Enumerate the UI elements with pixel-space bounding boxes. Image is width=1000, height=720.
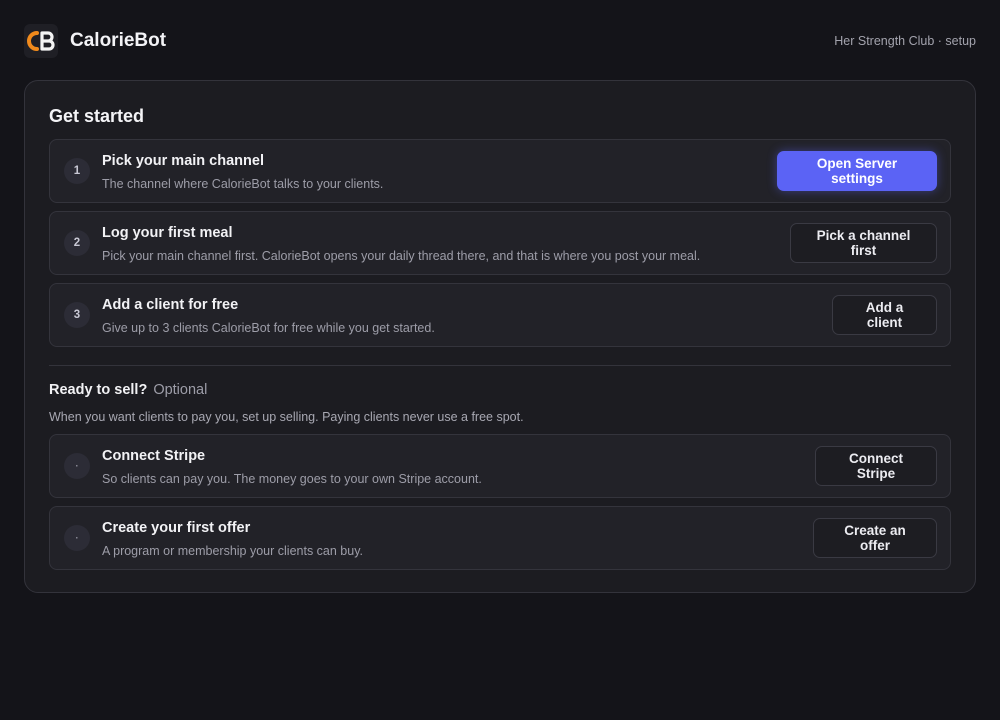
step-marker: · bbox=[64, 525, 90, 551]
step-description: The channel where CalorieBot talks to yo… bbox=[102, 177, 384, 191]
step-title: Create your first offer bbox=[102, 520, 251, 536]
ready-to-sell-title: Ready to sell? Optional bbox=[49, 382, 207, 398]
brand-name: CalorieBot bbox=[70, 30, 167, 51]
step-title: Connect Stripe bbox=[102, 448, 206, 464]
calorie-bot-logo-icon bbox=[24, 24, 58, 58]
add-client-button[interactable]: Add a client bbox=[832, 295, 937, 335]
step-title: Add a client for free bbox=[102, 297, 239, 313]
pick-channel-first-button[interactable]: Pick a channel first bbox=[790, 223, 937, 263]
step-title: Pick your main channel bbox=[102, 153, 264, 169]
server-context: Her Strength Club · setup bbox=[834, 34, 976, 48]
app-header: CalorieBot Her Strength Club · setup bbox=[0, 0, 1000, 82]
step-number: 3 bbox=[64, 302, 90, 328]
ready-to-sell-description: When you want clients to pay you, set up… bbox=[49, 410, 524, 424]
step-marker: · bbox=[64, 453, 90, 479]
step-description: Give up to 3 clients CalorieBot for free… bbox=[102, 321, 435, 335]
step-description: So clients can pay you. The money goes t… bbox=[102, 472, 482, 486]
step-add-client: 3 Add a client for free Give up to 3 cli… bbox=[49, 283, 951, 347]
create-offer-button[interactable]: Create an offer bbox=[813, 518, 937, 558]
step-description: Pick your main channel first. CalorieBot… bbox=[102, 249, 701, 263]
step-log-meal: 2 Log your first meal Pick your main cha… bbox=[49, 211, 951, 275]
step-pick-channel: 1 Pick your main channel The channel whe… bbox=[49, 139, 951, 203]
step-number: 1 bbox=[64, 158, 90, 184]
step-connect-stripe: · Connect Stripe So clients can pay you.… bbox=[49, 434, 951, 498]
step-title: Log your first meal bbox=[102, 225, 233, 241]
optional-label: Optional bbox=[153, 382, 208, 398]
step-description: A program or membership your clients can… bbox=[102, 544, 363, 558]
ready-to-sell-label: Ready to sell? bbox=[49, 382, 148, 398]
step-create-offer: · Create your first offer A program or m… bbox=[49, 506, 951, 570]
setup-panel: Get started 1 Pick your main channel The… bbox=[24, 80, 976, 593]
get-started-title: Get started bbox=[49, 106, 145, 126]
section-divider bbox=[49, 365, 951, 366]
open-server-settings-button[interactable]: Open Server settings bbox=[777, 151, 937, 191]
step-number: 2 bbox=[64, 230, 90, 256]
connect-stripe-button[interactable]: Connect Stripe bbox=[815, 446, 937, 486]
